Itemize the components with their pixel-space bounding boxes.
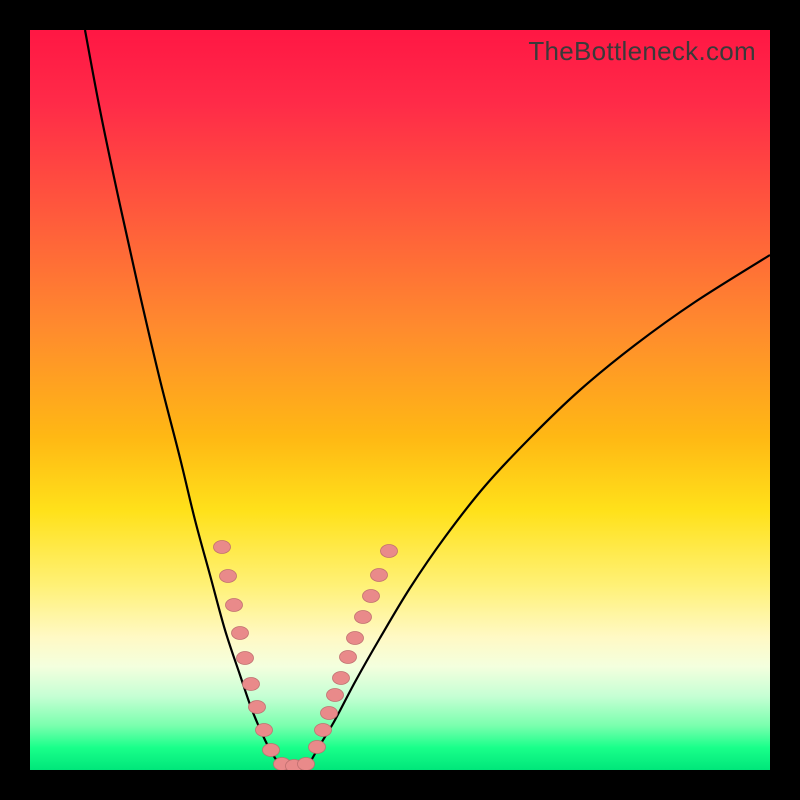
data-marker <box>243 678 260 691</box>
data-marker <box>298 758 315 771</box>
data-marker <box>249 701 266 714</box>
data-marker <box>381 545 398 558</box>
data-marker <box>232 627 249 640</box>
data-marker <box>327 689 344 702</box>
chart-frame: TheBottleneck.com <box>0 0 800 800</box>
data-marker <box>226 599 243 612</box>
right-curve <box>308 255 770 766</box>
data-marker <box>321 707 338 720</box>
data-marker <box>347 632 364 645</box>
data-marker <box>237 652 254 665</box>
data-marker <box>340 651 357 664</box>
curves-svg <box>30 30 770 770</box>
data-marker <box>263 744 280 757</box>
plot-area: TheBottleneck.com <box>30 30 770 770</box>
data-marker <box>214 541 231 554</box>
data-marker <box>371 569 388 582</box>
watermark-text: TheBottleneck.com <box>528 36 756 67</box>
data-marker <box>309 741 326 754</box>
data-marker <box>333 672 350 685</box>
data-marker <box>220 570 237 583</box>
data-marker <box>256 724 273 737</box>
data-marker <box>355 611 372 624</box>
data-marker <box>363 590 380 603</box>
data-marker <box>315 724 332 737</box>
